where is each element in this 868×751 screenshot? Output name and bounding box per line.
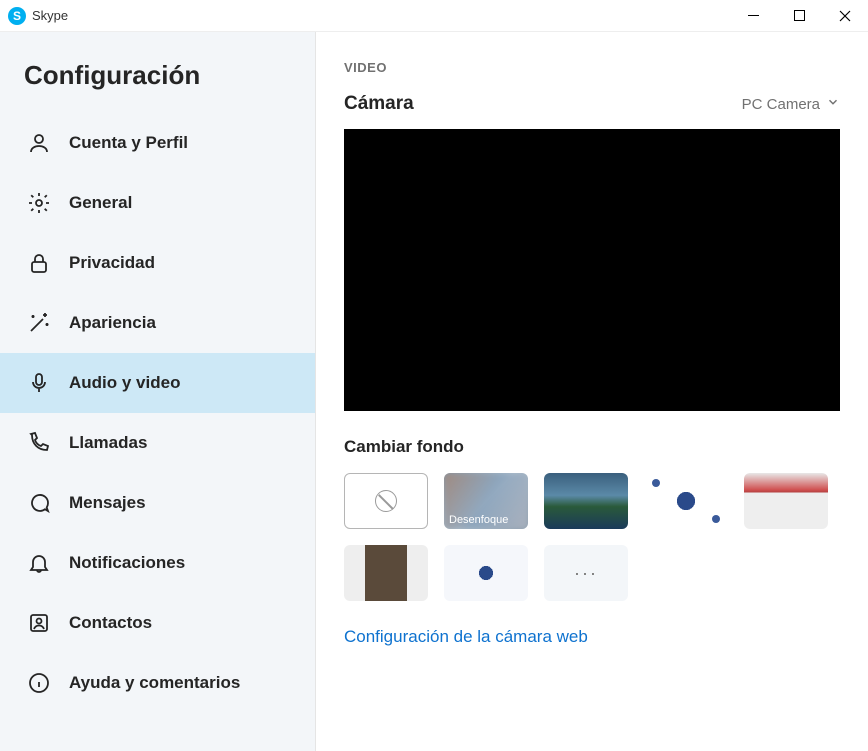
bg-option-image-2[interactable] <box>644 473 728 529</box>
window-controls <box>730 0 868 32</box>
sidebar-item-label: General <box>69 193 132 213</box>
main-panel: VIDEO Cámara PC Camera Cambiar fondo Des… <box>316 32 868 751</box>
sidebar-item-audio-video[interactable]: Audio y video <box>0 353 315 413</box>
wand-icon <box>27 311 51 335</box>
sidebar-item-label: Ayuda y comentarios <box>69 673 240 693</box>
phone-icon <box>27 431 51 455</box>
background-grid: Desenfoque ··· <box>344 473 840 601</box>
sidebar-item-label: Cuenta y Perfil <box>69 133 188 153</box>
sidebar-item-label: Contactos <box>69 613 152 633</box>
sidebar-item-general[interactable]: General <box>0 173 315 233</box>
sidebar-item-label: Notificaciones <box>69 553 185 573</box>
sidebar-item-label: Llamadas <box>69 433 147 453</box>
camera-label: Cámara <box>344 93 414 115</box>
sidebar-item-account[interactable]: Cuenta y Perfil <box>0 113 315 173</box>
sidebar-item-calls[interactable]: Llamadas <box>0 413 315 473</box>
none-icon <box>375 490 397 512</box>
sidebar-item-contacts[interactable]: Contactos <box>0 593 315 653</box>
bell-icon <box>27 551 51 575</box>
skype-logo-icon: S <box>8 7 26 25</box>
lock-icon <box>27 251 51 275</box>
sidebar-item-help[interactable]: Ayuda y comentarios <box>0 653 315 713</box>
sidebar-item-label: Apariencia <box>69 313 156 333</box>
bg-option-image-4[interactable] <box>344 545 428 601</box>
sidebar-item-messages[interactable]: Mensajes <box>0 473 315 533</box>
bg-option-image-3[interactable] <box>744 473 828 529</box>
bg-option-image-5[interactable] <box>444 545 528 601</box>
sidebar-title: Configuración <box>0 32 315 113</box>
info-icon <box>27 671 51 695</box>
bg-option-none[interactable] <box>344 473 428 529</box>
camera-row: Cámara PC Camera <box>344 93 840 115</box>
maximize-button[interactable] <box>776 0 822 32</box>
camera-preview <box>344 129 840 411</box>
camera-dropdown[interactable]: PC Camera <box>742 95 840 113</box>
titlebar: S Skype <box>0 0 868 32</box>
more-dots-icon: ··· <box>574 563 598 584</box>
sidebar-item-appearance[interactable]: Apariencia <box>0 293 315 353</box>
sidebar-item-notifications[interactable]: Notificaciones <box>0 533 315 593</box>
person-icon <box>27 131 51 155</box>
titlebar-left: S Skype <box>8 7 68 25</box>
chat-icon <box>27 491 51 515</box>
microphone-icon <box>27 371 51 395</box>
blur-caption: Desenfoque <box>449 514 508 526</box>
bg-option-more[interactable]: ··· <box>544 545 628 601</box>
sidebar-item-privacy[interactable]: Privacidad <box>0 233 315 293</box>
window-title: Skype <box>32 8 68 23</box>
settings-sidebar: Configuración Cuenta y Perfil General Pr… <box>0 32 316 751</box>
bg-option-image-1[interactable] <box>544 473 628 529</box>
sidebar-item-label: Privacidad <box>69 253 155 273</box>
contacts-icon <box>27 611 51 635</box>
minimize-button[interactable] <box>730 0 776 32</box>
chevron-down-icon <box>826 95 840 113</box>
webcam-settings-link[interactable]: Configuración de la cámara web <box>344 627 588 647</box>
change-background-label: Cambiar fondo <box>344 437 840 457</box>
sidebar-item-label: Audio y video <box>69 373 180 393</box>
camera-selected-value: PC Camera <box>742 96 820 113</box>
section-label-video: VIDEO <box>344 60 840 75</box>
close-button[interactable] <box>822 0 868 32</box>
bg-option-blur[interactable]: Desenfoque <box>444 473 528 529</box>
sidebar-item-label: Mensajes <box>69 493 146 513</box>
gear-icon <box>27 191 51 215</box>
